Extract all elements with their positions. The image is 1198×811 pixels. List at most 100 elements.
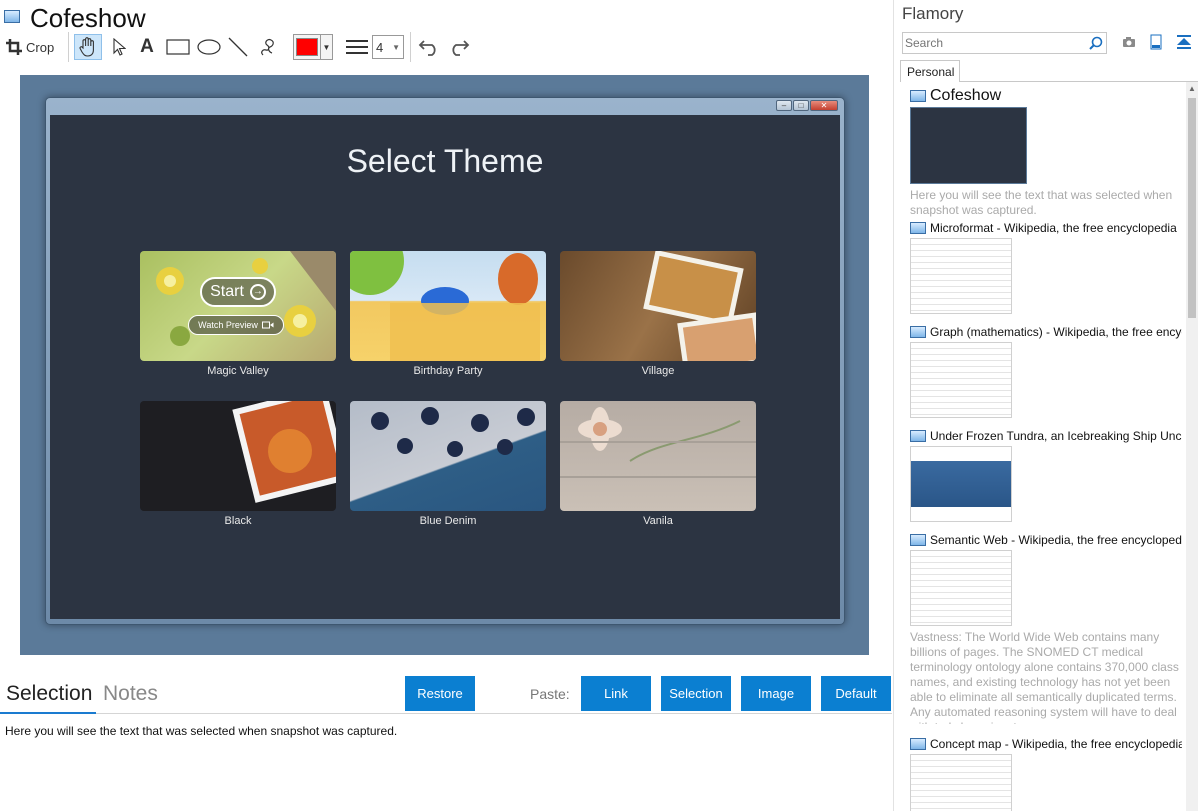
rectangle-tool-button[interactable] — [164, 34, 192, 60]
snapshot-canvas[interactable]: – □ ✕ Select Theme Start → Watch Preview — [20, 75, 869, 655]
color-picker[interactable]: ▼ — [293, 34, 333, 60]
snapshot-icon — [910, 326, 926, 338]
list-item[interactable]: Concept map - Wikipedia, the free encycl… — [910, 736, 1182, 811]
watch-preview-pill: Watch Preview — [188, 315, 284, 335]
scroll-up-icon[interactable]: ▲ — [1186, 82, 1198, 96]
ellipse-icon — [197, 39, 221, 55]
app-title-bar: Cofeshow — [0, 0, 890, 34]
snapshot-thumbnail — [910, 342, 1012, 418]
drawing-toolbar: Crop A ▼ 4 ▼ — [0, 32, 890, 62]
hand-tool-button[interactable] — [74, 34, 102, 60]
watch-preview-label: Watch Preview — [198, 320, 258, 330]
snapshot-icon — [910, 738, 926, 750]
color-swatch — [296, 38, 318, 56]
video-camera-icon — [261, 321, 274, 329]
scrollbar-thumb[interactable] — [1188, 98, 1196, 318]
theme-heading: Select Theme — [346, 143, 544, 179]
list-item-title: Under Frozen Tundra, an Icebreaking Ship… — [930, 429, 1182, 443]
paste-default-button[interactable]: Default — [821, 676, 891, 711]
start-pill: Start → — [200, 277, 276, 307]
close-icon: ✕ — [810, 100, 838, 111]
list-item[interactable]: Microformat - Wikipedia, the free encycl… — [910, 220, 1182, 314]
undo-button[interactable] — [416, 34, 442, 60]
camera-icon[interactable] — [1122, 36, 1136, 48]
selection-text[interactable]: Here you will see the text that was sele… — [5, 724, 397, 738]
tab-personal[interactable]: Personal — [900, 60, 960, 82]
line-width-select[interactable]: 4 ▼ — [372, 35, 404, 59]
arrow-cursor-icon — [113, 38, 126, 56]
panel-title: Flamory — [902, 4, 964, 23]
list-item-description: Vastness: The World Wide Web contains ma… — [910, 630, 1179, 724]
snapshot-icon — [910, 430, 926, 442]
crop-icon — [6, 39, 22, 55]
list-item[interactable]: Graph (mathematics) - Wikipedia, the fre… — [910, 324, 1182, 418]
list-item-title: Concept map - Wikipedia, the free encycl… — [930, 737, 1182, 751]
chevron-down-icon: ▼ — [320, 35, 332, 59]
redo-icon — [452, 40, 470, 56]
list-item-description: Here you will see the text that was sele… — [910, 188, 1173, 217]
theme-card-vanila — [560, 401, 756, 511]
page-icon[interactable] — [1150, 34, 1162, 50]
list-item-header: Semantic Web - Wikipedia, the free encyc… — [910, 532, 1182, 548]
tab-selection[interactable]: Selection — [0, 682, 96, 714]
text-tool-button[interactable]: A — [136, 34, 158, 60]
captured-content: Select Theme Start → Watch Preview Magic — [50, 115, 840, 619]
line-tool-button[interactable] — [226, 34, 250, 60]
crop-button[interactable]: Crop — [6, 34, 58, 60]
list-item[interactable]: Cofeshow Here you will see the text that… — [910, 87, 1182, 218]
restore-button[interactable]: Restore — [405, 676, 475, 711]
snapshot-thumbnail — [910, 107, 1027, 184]
list-item-title: Semantic Web - Wikipedia, the free encyc… — [930, 533, 1182, 547]
list-item-header: Under Frozen Tundra, an Icebreaking Ship… — [910, 428, 1182, 444]
search-input[interactable] — [903, 33, 1083, 53]
theme-label: Magic Valley — [207, 365, 269, 377]
start-label: Start — [210, 283, 244, 300]
snapshot-thumbnail — [910, 754, 1012, 811]
theme-label: Vanila — [643, 515, 673, 527]
line-width-value: 4 — [376, 39, 384, 55]
list-item[interactable]: Under Frozen Tundra, an Icebreaking Ship… — [910, 428, 1182, 522]
app-title: Cofeshow — [30, 3, 146, 33]
redo-button[interactable] — [446, 34, 472, 60]
theme-label: Black — [224, 515, 252, 527]
line-width-icon — [344, 34, 370, 60]
theme-label: Blue Denim — [419, 515, 477, 527]
paste-label: Paste: — [530, 686, 570, 702]
list-item-title: Cofeshow — [930, 87, 1002, 104]
snapshot-icon — [910, 90, 926, 102]
snapshot-list: Cofeshow Here you will see the text that… — [894, 82, 1184, 811]
arrow-right-icon: → — [249, 284, 266, 300]
theme-card-black — [140, 401, 336, 511]
freehand-tool-button[interactable] — [256, 34, 280, 60]
theme-card-magic-valley: Start → Watch Preview — [140, 251, 336, 361]
search-box — [902, 32, 1107, 54]
bottom-bar: Selection Notes Restore Paste: Link Sele… — [0, 676, 892, 714]
paste-link-button[interactable]: Link — [581, 676, 651, 711]
ellipse-tool-button[interactable] — [195, 34, 223, 60]
collapse-icon[interactable] — [1176, 34, 1192, 50]
list-item-title: Graph (mathematics) - Wikipedia, the fre… — [930, 325, 1182, 339]
balloons-image — [350, 251, 540, 361]
paste-selection-button[interactable]: Selection — [661, 676, 731, 711]
paste-image-button[interactable]: Image — [741, 676, 811, 711]
snapshot-thumbnail — [910, 446, 1012, 522]
snapshot-thumbnail — [910, 550, 1012, 626]
snapshot-icon — [910, 222, 926, 234]
captured-window: – □ ✕ Select Theme Start → Watch Preview — [45, 97, 845, 625]
search-icon[interactable] — [1089, 36, 1103, 50]
photos-on-wood-image — [643, 251, 756, 361]
flower-wood-image — [560, 407, 756, 478]
theme-label: Birthday Party — [413, 365, 483, 377]
flamory-panel: Flamory Personal Cofeshow Here you will … — [893, 0, 1198, 811]
scrollbar[interactable]: ▲ — [1186, 82, 1198, 811]
crop-label: Crop — [26, 39, 55, 55]
theme-card-village — [560, 251, 756, 361]
select-tool-button[interactable] — [108, 34, 130, 60]
app-icon — [4, 10, 20, 23]
window-controls: – □ ✕ — [776, 100, 838, 111]
list-item[interactable]: Semantic Web - Wikipedia, the free encyc… — [910, 532, 1182, 724]
theme-card-blue-denim — [350, 401, 546, 511]
list-item-header: Cofeshow — [910, 87, 1182, 105]
photo-image — [232, 401, 336, 503]
tab-notes[interactable]: Notes — [103, 682, 158, 706]
